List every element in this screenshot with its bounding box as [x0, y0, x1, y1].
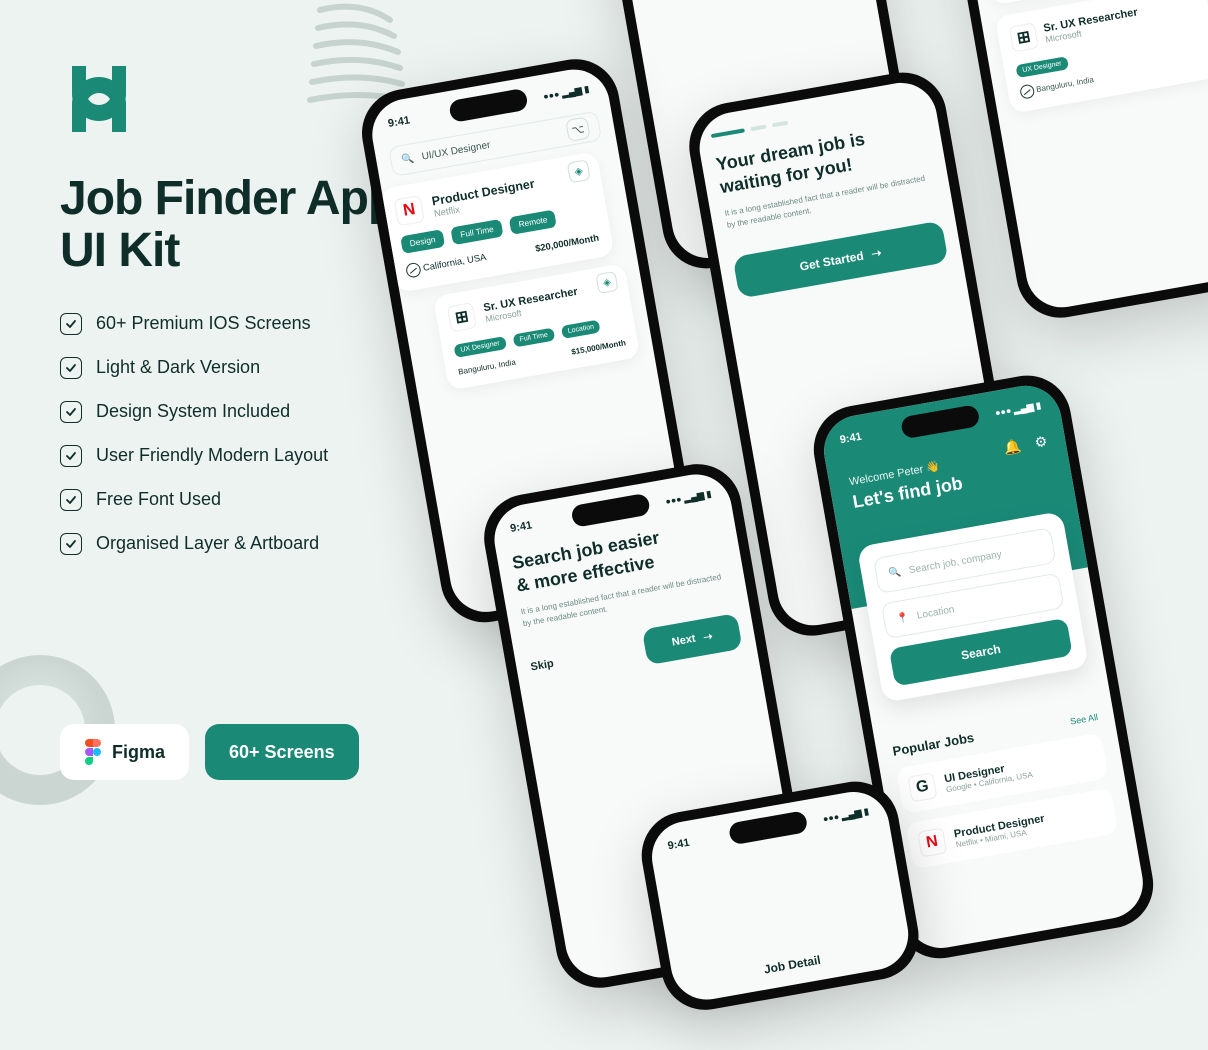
- tag: Full Time: [451, 219, 504, 245]
- location-placeholder: Location: [916, 604, 955, 621]
- status-icons: ●●● ▂▄▆ ▮: [822, 806, 870, 825]
- bookmark-icon[interactable]: ◈: [567, 159, 591, 183]
- check-icon: [60, 357, 82, 379]
- peek-title: Job Detail: [671, 924, 914, 1005]
- tag: UX Designer: [454, 336, 507, 358]
- progress-dot: [772, 121, 788, 128]
- check-icon: [60, 313, 82, 335]
- search-icon: 🔍: [401, 153, 415, 166]
- feature-item: Organised Layer & Artboard: [60, 533, 420, 555]
- phone-peek: 9:41 ●●● ▂▄▆ ▮ Job Detail: [635, 775, 926, 1017]
- microsoft-logo: ⊞: [447, 302, 477, 332]
- tag: UX Designer: [1015, 56, 1068, 78]
- check-icon: [60, 489, 82, 511]
- progress-dot: [711, 128, 745, 138]
- search-button-label: Search: [960, 642, 1002, 663]
- get-started-button[interactable]: Get Started ➝: [733, 220, 949, 298]
- tag: Remote: [509, 209, 557, 234]
- arrow-right-icon: ➝: [870, 245, 882, 261]
- feature-text: Light & Dark Version: [96, 357, 260, 378]
- see-all-link[interactable]: See All: [1069, 712, 1098, 727]
- feature-item: Design System Included: [60, 401, 420, 423]
- slash-icon: [405, 262, 422, 279]
- screens-badge: 60+ Screens: [205, 724, 359, 780]
- feature-item: Free Font Used: [60, 489, 420, 511]
- result-card[interactable]: ⊞ Sr. UX Researcher Microsoft UX Designe…: [995, 0, 1208, 114]
- filter-icon[interactable]: ⌥: [565, 116, 590, 141]
- netflix-logo: N: [917, 827, 947, 857]
- status-time: 9:41: [509, 519, 533, 535]
- job-card[interactable]: ◈ ⊞ Sr. UX Researcher Microsoft UX Desig…: [433, 263, 641, 390]
- google-logo: G: [907, 772, 937, 802]
- feature-text: Free Font Used: [96, 489, 221, 510]
- progress-dot: [750, 124, 766, 131]
- tag: Design: [400, 229, 445, 254]
- figma-badge: Figma: [60, 724, 189, 780]
- feature-item: User Friendly Modern Layout: [60, 445, 420, 467]
- check-icon: [60, 445, 82, 467]
- search-icon: 🔍: [888, 566, 902, 579]
- netflix-logo: N: [394, 195, 425, 226]
- feature-text: Organised Layer & Artboard: [96, 533, 319, 554]
- feature-text: User Friendly Modern Layout: [96, 445, 328, 466]
- job-salary: $20,000/Month: [534, 232, 599, 253]
- search-value: UI/UX Designer: [421, 139, 491, 162]
- next-label: Next: [671, 633, 697, 649]
- status-icons: ●●● ▂▄▆ ▮: [994, 400, 1042, 419]
- location-icon: 📍: [896, 612, 910, 625]
- check-icon: [60, 533, 82, 555]
- popular-title: Popular Jobs: [891, 730, 975, 759]
- job-loc: Banguluru, India: [458, 358, 517, 377]
- status-time: 9:41: [667, 837, 691, 853]
- next-button[interactable]: Next ➝: [642, 613, 743, 665]
- skip-button[interactable]: Skip: [530, 658, 555, 674]
- feature-text: Design System Included: [96, 401, 290, 422]
- status-time: 9:41: [387, 114, 411, 130]
- status-icons: ●●● ▂▄▆ ▮: [542, 83, 590, 102]
- status-time: 9:41: [839, 431, 863, 447]
- screens-badge-label: 60+ Screens: [229, 742, 335, 763]
- search-placeholder: Search job, company: [908, 549, 1002, 576]
- tag: Location: [561, 319, 601, 338]
- feature-text: 60+ Premium IOS Screens: [96, 313, 311, 334]
- result-loc: Banguluru, India: [1035, 75, 1094, 94]
- figma-icon: [84, 739, 102, 765]
- brand-logo: [60, 60, 138, 138]
- arrow-right-icon: ➝: [702, 629, 713, 643]
- job-salary: $15,000/Month: [571, 338, 627, 356]
- job-loc: California, USA: [422, 252, 487, 273]
- bookmark-icon[interactable]: ◈: [595, 271, 618, 294]
- check-icon: [60, 401, 82, 423]
- slash-icon: [1019, 84, 1035, 100]
- get-started-label: Get Started: [799, 249, 865, 274]
- status-icons: ●●● ▂▄▆ ▮: [665, 488, 713, 507]
- figma-badge-label: Figma: [112, 742, 165, 763]
- tag: Full Time: [513, 328, 555, 348]
- microsoft-logo: ⊞: [1009, 22, 1039, 52]
